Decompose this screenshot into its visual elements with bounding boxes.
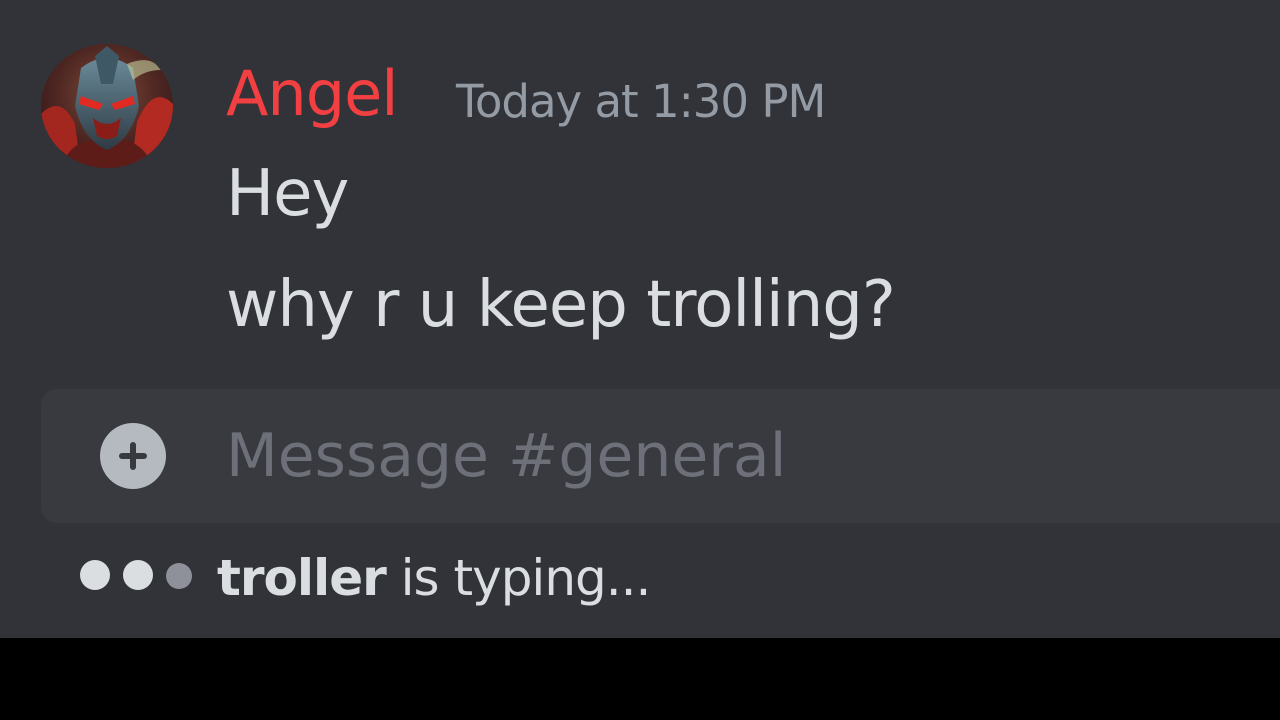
message-line: why r u keep trolling? [226,268,896,342]
typing-dot-icon [123,560,153,590]
avatar[interactable] [41,44,173,168]
plus-circle-icon[interactable] [100,423,166,489]
message-composer [41,389,1280,523]
typing-label: is typing... [385,549,652,607]
chat-area: Angel Today at 1:30 PM Hey why r u keep … [0,0,1280,638]
typing-user: troller [217,549,387,607]
letterbox-bar [0,638,1280,720]
avatar-image [41,44,173,168]
typing-text: troller is typing... [217,543,652,613]
typing-dot-icon [80,560,110,590]
typing-dot-icon [166,563,192,589]
message-input[interactable] [226,415,1226,497]
message-line: Hey [226,157,349,231]
message-author[interactable]: Angel [226,56,398,132]
message-timestamp: Today at 1:30 PM [456,75,826,128]
